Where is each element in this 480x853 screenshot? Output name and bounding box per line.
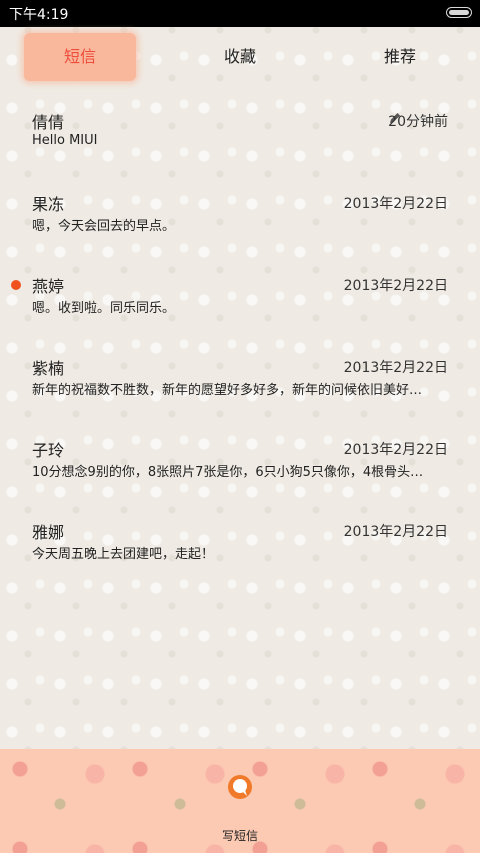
conversation-time: 2013年2月22日	[343, 278, 448, 294]
contact-name: 燕婷	[32, 277, 65, 296]
compose-label: 写短信	[221, 829, 258, 843]
compose-button[interactable]: 写短信	[200, 769, 280, 849]
contact-name: 果冻	[32, 195, 65, 214]
contact-name: 紫楠	[32, 359, 65, 378]
conversation-time: 20分钟前	[388, 114, 448, 130]
message-preview: 嗯，今天会回去的早点。	[32, 219, 176, 234]
conversation-time: 2013年2月22日	[343, 524, 448, 540]
conversation-item[interactable]: 雅娜 2013年2月22日 今天周五晚上去团建吧，走起！	[0, 499, 480, 581]
conversation-time: 2013年2月22日	[343, 442, 448, 458]
compose-message-icon	[226, 773, 254, 805]
conversation-item[interactable]: 倩倩 20分钟前 Hello MIUI	[0, 89, 480, 171]
battery-icon	[446, 7, 472, 18]
tab-favorites[interactable]: 收藏	[184, 33, 296, 81]
conversation-item[interactable]: 子玲 2013年2月22日 10分想念9别的你，8张照片7张是你，6只小狗5只像…	[0, 417, 480, 499]
contact-name: 子玲	[32, 441, 65, 460]
message-preview: 10分想念9别的你，8张照片7张是你，6只小狗5只像你，4根骨头…	[32, 465, 424, 480]
message-preview: 新年的祝福数不胜数，新年的愿望好多好多，新年的问候依旧美好…	[32, 383, 423, 398]
message-preview: 今天周五晚上去团建吧，走起！	[32, 547, 215, 562]
conversation-list: 倩倩 20分钟前 Hello MIUI 果冻 2013年2月22日 嗯，今天会回…	[0, 89, 480, 581]
tab-bar: 短信 收藏 推荐	[0, 27, 480, 89]
status-time: 下午4:19	[9, 7, 69, 23]
message-preview: 嗯。收到啦。同乐同乐。	[32, 301, 176, 316]
conversation-item[interactable]: 果冻 2013年2月22日 嗯，今天会回去的早点。	[0, 171, 480, 253]
conversation-item[interactable]: 紫楠 2013年2月22日 新年的祝福数不胜数，新年的愿望好多好多，新年的问候依…	[0, 335, 480, 417]
conversation-time: 2013年2月22日	[343, 196, 448, 212]
conversation-item[interactable]: 燕婷 2013年2月22日 嗯。收到啦。同乐同乐。	[0, 253, 480, 335]
status-bar: 下午4:19	[0, 0, 480, 27]
tab-sms[interactable]: 短信	[24, 33, 136, 81]
contact-name: 倩倩	[32, 113, 65, 132]
bottom-bar: 写短信	[0, 749, 480, 853]
conversation-time: 2013年2月22日	[343, 360, 448, 376]
tab-recommended[interactable]: 推荐	[344, 33, 456, 81]
unread-dot-icon	[11, 280, 21, 290]
contact-name: 雅娜	[32, 523, 65, 542]
message-preview: Hello MIUI	[32, 133, 98, 148]
